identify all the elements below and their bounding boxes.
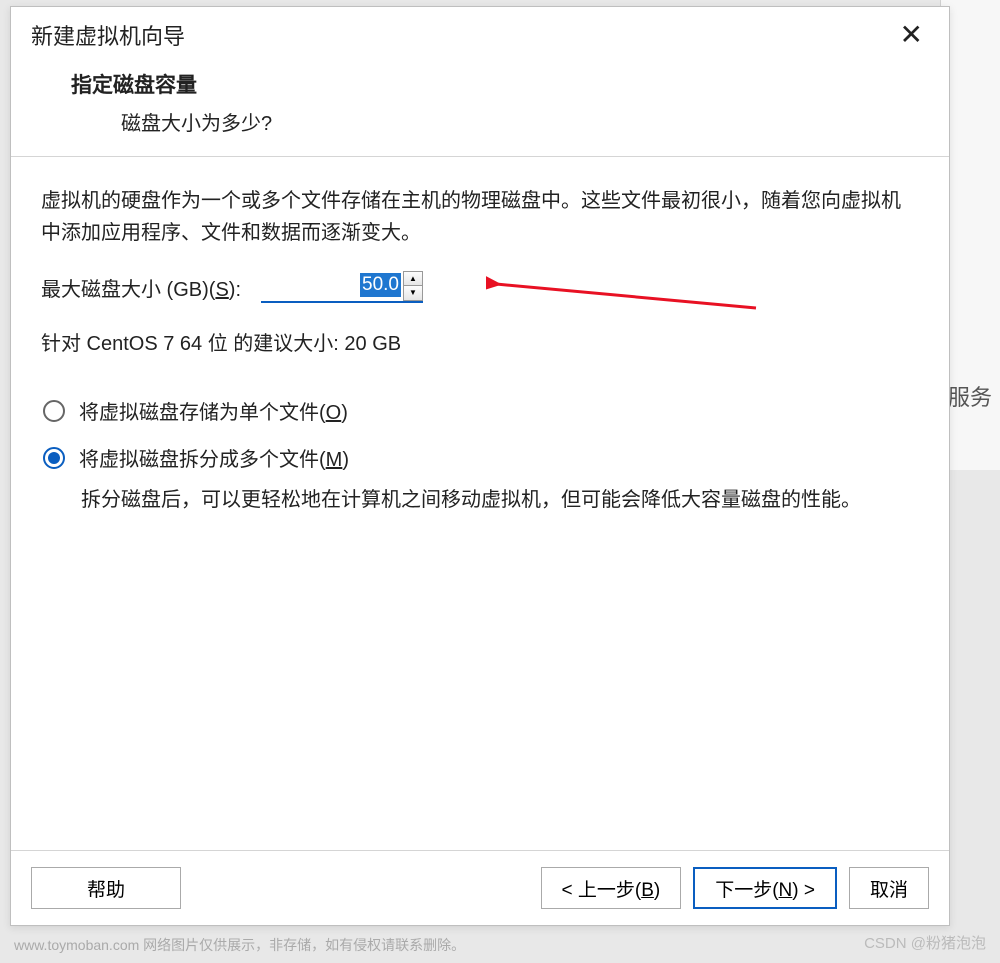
spinner-buttons: ▲ ▼	[403, 271, 423, 301]
disk-split-radio-group: 将虚拟磁盘存储为单个文件(O) 将虚拟磁盘拆分成多个文件(M) 拆分磁盘后，可以…	[41, 396, 919, 516]
disk-size-input[interactable]: 50.0	[261, 271, 401, 299]
radio-single-file[interactable]: 将虚拟磁盘存储为单个文件(O)	[43, 396, 919, 425]
disk-size-spinner[interactable]: 50.0 ▲ ▼	[261, 271, 423, 303]
header-title: 指定磁盘容量	[71, 69, 919, 99]
radio-icon	[43, 400, 65, 422]
help-button[interactable]: 帮助	[31, 867, 181, 909]
dialog-header: 指定磁盘容量 磁盘大小为多少?	[11, 59, 949, 157]
arrow-annotation-icon	[486, 266, 766, 316]
dialog-titlebar: 新建虚拟机向导 ✕	[11, 7, 949, 59]
close-icon[interactable]: ✕	[894, 21, 929, 49]
radio-single-label: 将虚拟磁盘存储为单个文件(O)	[79, 396, 348, 425]
back-button[interactable]: < 上一步(B)	[541, 867, 682, 909]
radio-split-files[interactable]: 将虚拟磁盘拆分成多个文件(M)	[43, 443, 919, 472]
recommended-size-text: 针对 CentOS 7 64 位 的建议大小: 20 GB	[41, 327, 919, 356]
disk-size-row: 最大磁盘大小 (GB)(S): 50.0 ▲ ▼	[41, 271, 919, 303]
cancel-button[interactable]: 取消	[849, 867, 929, 909]
dialog-body: 虚拟机的硬盘作为一个或多个文件存储在主机的物理磁盘中。这些文件最初很小，随着您向…	[11, 157, 949, 850]
dialog-footer: 帮助 < 上一步(B) 下一步(N) > 取消	[11, 850, 949, 925]
disk-size-label: 最大磁盘大小 (GB)(S):	[41, 273, 241, 302]
radio-split-description: 拆分磁盘后，可以更轻松地在计算机之间移动虚拟机，但可能会降低大容量磁盘的性能。	[43, 484, 919, 516]
watermark-right: CSDN @粉猪泡泡	[864, 932, 986, 953]
background-partial-text: 服务	[948, 380, 992, 412]
radio-split-label: 将虚拟磁盘拆分成多个文件(M)	[79, 443, 349, 472]
footer-spacer	[193, 867, 529, 909]
header-subtitle: 磁盘大小为多少?	[71, 107, 919, 136]
next-button[interactable]: 下一步(N) >	[693, 867, 837, 909]
spinner-up-icon[interactable]: ▲	[404, 272, 422, 286]
dialog-title: 新建虚拟机向导	[31, 19, 185, 51]
disk-description: 虚拟机的硬盘作为一个或多个文件存储在主机的物理磁盘中。这些文件最初很小，随着您向…	[41, 185, 919, 249]
wizard-dialog: 新建虚拟机向导 ✕ 指定磁盘容量 磁盘大小为多少? 虚拟机的硬盘作为一个或多个文…	[10, 6, 950, 926]
watermark-left: www.toymoban.com 网络图片仅供展示，非存储，如有侵权请联系删除。	[14, 935, 465, 955]
spinner-down-icon[interactable]: ▼	[404, 286, 422, 300]
radio-icon	[43, 447, 65, 469]
